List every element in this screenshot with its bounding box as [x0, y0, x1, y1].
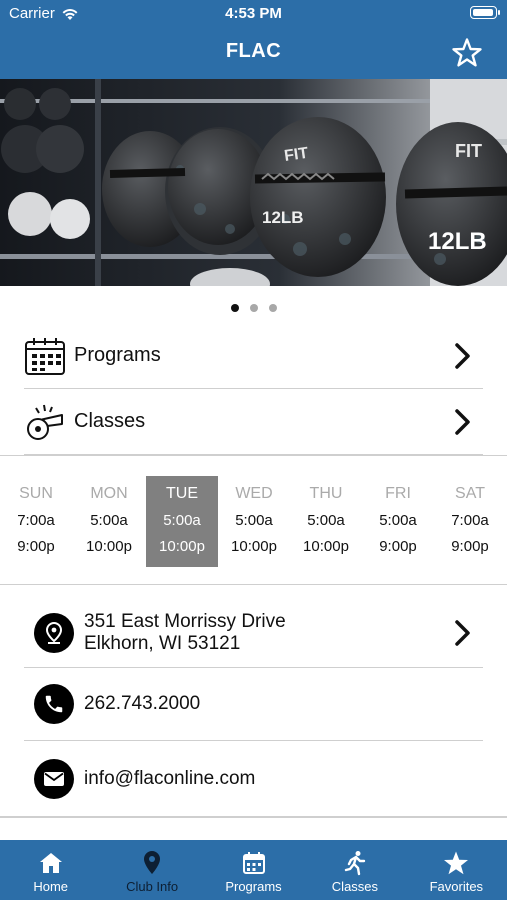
day-name: MON	[90, 485, 128, 502]
hero-text-fit-right: FIT	[455, 141, 482, 161]
day-close-time: 9:00p	[379, 538, 417, 555]
programs-label: Programs	[74, 344, 161, 366]
phone-number: 262.743.2000	[84, 693, 201, 714]
day-open-time: 7:00a	[17, 512, 55, 529]
battery-icon	[470, 6, 500, 19]
hero-image: FIT 12LB 12LB FIT	[0, 79, 507, 286]
status-time: 4:53 PM	[225, 5, 282, 22]
location-pin-icon	[34, 612, 74, 653]
tab-club-info[interactable]: Club Info	[101, 840, 202, 900]
phone-icon	[34, 684, 74, 724]
mail-icon	[34, 758, 74, 799]
star-outline-icon[interactable]	[451, 37, 483, 69]
divider	[0, 816, 507, 818]
email-address: info@flaconline.com	[84, 767, 256, 789]
day-open-time: 5:00a	[90, 512, 128, 529]
calendar-icon	[25, 337, 65, 375]
day-close-time: 9:00p	[17, 538, 55, 555]
chevron-right-icon	[455, 408, 470, 435]
tab-programs[interactable]: Programs	[203, 840, 304, 900]
home-icon	[39, 853, 62, 873]
tab-label: Home	[33, 879, 69, 894]
chevron-right-icon	[455, 619, 470, 646]
tab-bar: Home Club Info Programs Classes Favorite…	[0, 840, 507, 900]
day-name: FRI	[385, 485, 411, 502]
whistle-icon	[27, 404, 63, 440]
page-title: FLAC	[225, 40, 282, 62]
hero-text-fit: FIT	[283, 145, 309, 165]
hero-text-12lb-large: 12LB	[428, 228, 487, 255]
phone-row[interactable]: 262.743.2000	[24, 668, 483, 741]
app-header: Carrier 4:53 PM FLAC	[0, 0, 507, 79]
address-row[interactable]: 351 East Morrissy Drive Elkhorn, WI 5312…	[24, 598, 483, 668]
classes-row[interactable]: Classes	[24, 389, 483, 455]
day-name: TUE	[166, 485, 198, 502]
day-close-time: 9:00p	[451, 538, 489, 555]
day-name: THU	[309, 485, 343, 502]
email-row[interactable]: info@flaconline.com	[24, 741, 483, 816]
classes-label: Classes	[74, 410, 146, 432]
day-close-time: 10:00p	[86, 538, 132, 555]
calendar-icon	[242, 852, 265, 874]
status-bar: Carrier 4:53 PM	[0, 0, 507, 28]
tab-label: Programs	[225, 879, 282, 894]
tab-favorites[interactable]: Favorites	[406, 840, 507, 900]
hours-day-sun: SUN 7:00a 9:00p	[0, 476, 72, 567]
day-close-time: 10:00p	[303, 538, 349, 555]
day-name: SAT	[455, 485, 485, 502]
hero-carousel[interactable]: FIT 12LB 12LB FIT	[0, 79, 507, 286]
day-name: WED	[235, 485, 273, 502]
programs-row[interactable]: Programs	[24, 323, 483, 389]
hours-day-fri: FRI 5:00a 9:00p	[362, 476, 434, 567]
club-hours: SUN 7:00a 9:00p MON 5:00a 10:00p TUE 5:0…	[0, 455, 507, 585]
hours-day-thu: THU 5:00a 10:00p	[290, 476, 362, 567]
day-open-time: 5:00a	[379, 512, 417, 529]
carousel-page-indicator[interactable]	[0, 304, 507, 312]
day-open-time: 5:00a	[163, 512, 201, 529]
day-name: SUN	[19, 485, 53, 502]
day-open-time: 7:00a	[451, 512, 489, 529]
day-open-time: 5:00a	[235, 512, 273, 529]
address-line-2: Elkhorn, WI 53121	[84, 632, 241, 654]
tab-label: Favorites	[429, 879, 484, 894]
address-text: 351 East Morrissy Drive Elkhorn, WI 5312…	[84, 611, 451, 655]
chevron-right-icon	[455, 342, 470, 369]
hours-day-wed: WED 5:00a 10:00p	[218, 476, 290, 567]
hero-text-12lb: 12LB	[262, 208, 304, 227]
tab-label: Club Info	[126, 879, 179, 894]
tab-home[interactable]: Home	[0, 840, 101, 900]
address-line-1: 351 East Morrissy Drive	[84, 610, 286, 632]
star-icon	[444, 851, 469, 875]
running-person-icon	[344, 851, 366, 876]
hours-day-tue-selected: TUE 5:00a 10:00p	[146, 476, 218, 567]
carousel-dot-3[interactable]	[268, 304, 277, 312]
location-pin-icon	[144, 851, 161, 874]
day-open-time: 5:00a	[307, 512, 345, 529]
tab-classes[interactable]: Classes	[304, 840, 405, 900]
hours-day-sat: SAT 7:00a 9:00p	[434, 476, 506, 567]
day-close-time: 10:00p	[231, 538, 277, 555]
carousel-dot-1[interactable]	[230, 304, 239, 312]
carousel-dot-2[interactable]	[249, 304, 258, 312]
hours-day-mon: MON 5:00a 10:00p	[73, 476, 145, 567]
day-close-time: 10:00p	[159, 538, 205, 555]
tab-label: Classes	[331, 879, 379, 894]
